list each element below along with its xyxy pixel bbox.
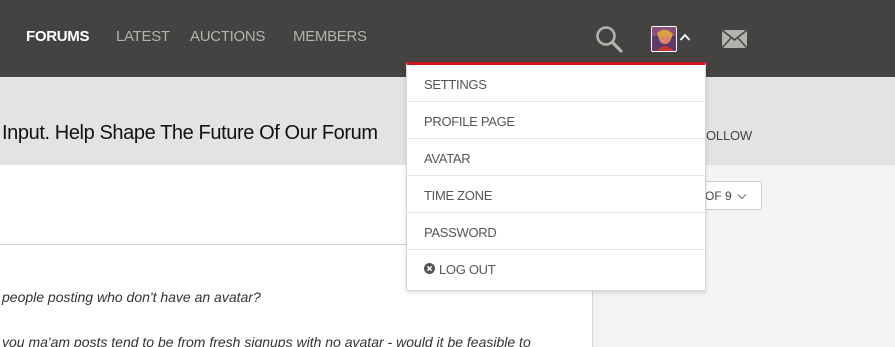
menu-item-label: TIME ZONE [424,188,493,203]
follow-button[interactable]: OLLOW [706,128,752,143]
chevron-down-icon [737,194,747,200]
nav-forums-link[interactable]: FORUMS [26,28,90,45]
menu-item-label: PASSWORD [424,225,497,240]
nav-latest-link[interactable]: LATEST [116,28,170,45]
thread-title: Input. Help Shape The Future Of Our Foru… [2,122,378,144]
menu-item-log-out[interactable]: LOG OUT [407,250,705,287]
user-menu-dropdown: SETTINGS PROFILE PAGE AVATAR TIME ZONE P… [406,62,706,291]
mail-icon[interactable] [721,29,748,49]
menu-item-avatar[interactable]: AVATAR [407,139,705,176]
page-selector-label: OF 9 [705,189,732,203]
avatar[interactable] [651,26,677,52]
menu-item-settings[interactable]: SETTINGS [407,65,705,102]
post-text-line: you ma'am posts tend to be from fresh si… [2,334,531,347]
menu-item-password[interactable]: PASSWORD [407,213,705,250]
nav-auctions-link[interactable]: AUCTIONS [190,28,265,45]
post-text-line: people posting who don't have an avatar? [2,289,261,305]
menu-item-profile-page[interactable]: PROFILE PAGE [407,102,705,139]
search-icon[interactable] [594,24,624,54]
menu-item-label: PROFILE PAGE [424,114,515,129]
close-circle-icon [424,263,435,274]
menu-item-label: LOG OUT [439,262,496,277]
menu-item-label: AVATAR [424,151,471,166]
chevron-up-icon[interactable] [679,32,691,42]
menu-item-time-zone[interactable]: TIME ZONE [407,176,705,213]
menu-item-label: SETTINGS [424,77,487,92]
nav-members-link[interactable]: MEMBERS [293,28,367,45]
